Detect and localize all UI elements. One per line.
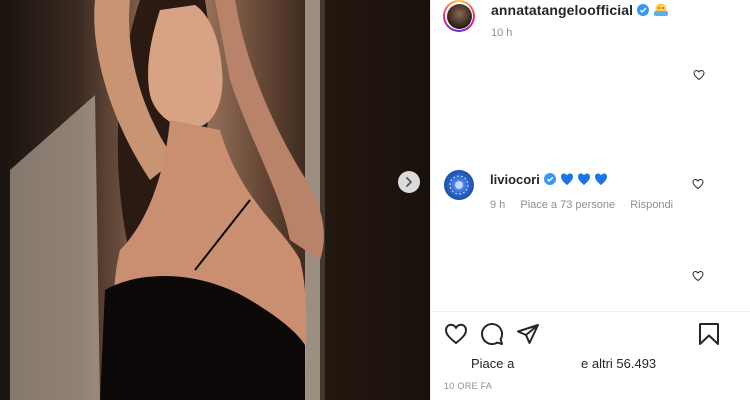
comment-line: liviocori [490,172,610,187]
comment-meta: 9 h Piace a 73 persone Rispondi [490,199,685,211]
verified-badge-icon [543,173,556,185]
chevron-right-icon [406,177,412,187]
comment-like-heart-icon[interactable] [692,270,704,282]
post-timestamp: 10 ORE FA [444,381,493,391]
carousel-next-button[interactable] [398,171,420,193]
photo-illustration [10,0,430,400]
post-age: 10 h [491,27,513,39]
verified-badge-icon [637,4,650,16]
commenter-username[interactable]: liviocori [490,172,540,187]
author-username-line: annatatangeloofficial [491,2,669,18]
comment-age: 9 h [490,199,506,211]
author-username[interactable]: annatatangeloofficial [491,2,633,18]
emoji-face-icon [654,3,669,16]
like-heart-icon[interactable] [444,322,468,346]
commenter-avatar[interactable] [444,170,474,200]
comment-like-heart-icon[interactable] [692,178,704,190]
likes-prefix: Piace a [471,356,515,371]
reply-button[interactable]: Rispondi [630,199,673,211]
save-bookmark-icon[interactable] [697,322,721,346]
post-photo[interactable] [0,0,430,400]
author-avatar[interactable] [443,0,475,32]
comment-likes-link[interactable]: Piace a 73 persone [520,199,615,211]
instagram-post: annatatangeloofficial 10 h liviocori 9 h… [0,0,750,400]
caption-like-heart-icon[interactable] [693,69,705,81]
likes-count[interactable]: e altri 56.493 [581,356,656,371]
actions-divider [430,311,750,312]
comment-bubble-icon[interactable] [480,322,504,346]
share-direct-icon[interactable] [516,322,540,346]
blue-hearts-emoji-icon [560,173,607,185]
